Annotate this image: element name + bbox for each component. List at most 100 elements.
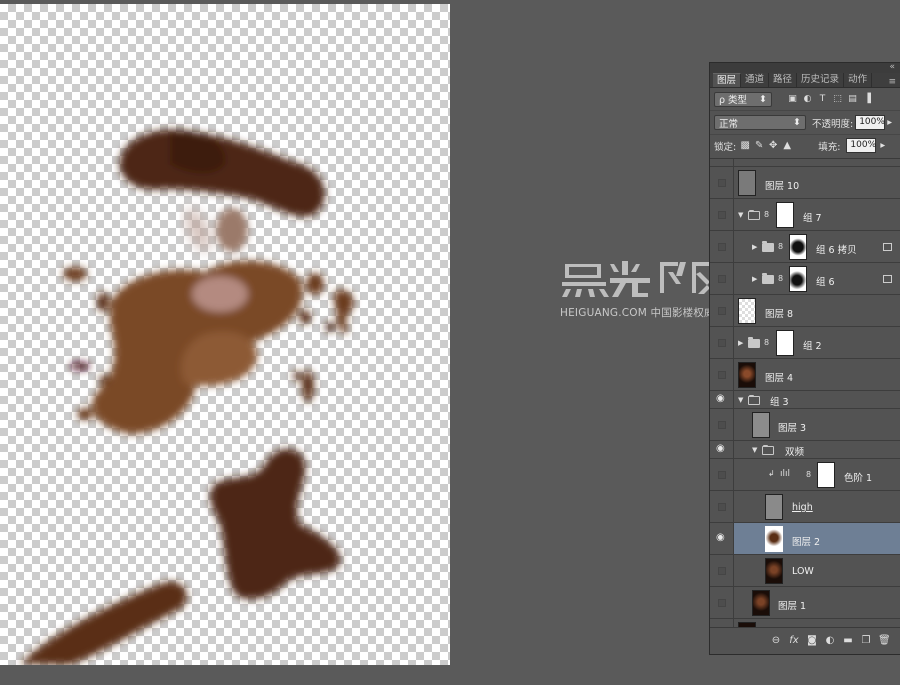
folder-open-icon	[762, 445, 774, 455]
expand-arrow-icon[interactable]: ▼	[738, 396, 743, 404]
layer-row[interactable]: high	[710, 491, 900, 523]
visibility-toggle[interactable]	[710, 167, 734, 198]
layer-name[interactable]: LOW	[792, 566, 814, 577]
layer-row[interactable]: 图层 8	[710, 295, 900, 327]
tab-actions[interactable]: 动作	[844, 73, 873, 87]
adjustment-filter-icon[interactable]: ◐	[803, 94, 812, 104]
visibility-toggle[interactable]	[710, 263, 734, 294]
layer-group-row[interactable]: ▶ 8 组 6	[710, 263, 900, 295]
visibility-toggle[interactable]	[710, 231, 734, 262]
fill-input[interactable]: 100%	[846, 138, 877, 153]
adjustment-layer-row[interactable]: ↲ ılıl 8 色阶 1	[710, 459, 900, 491]
tab-history[interactable]: 历史记录	[797, 73, 845, 87]
eye-icon[interactable]: ◉	[716, 532, 725, 543]
visibility-toggle[interactable]	[710, 327, 734, 358]
new-layer-icon[interactable]: ❐	[860, 635, 872, 647]
shape-filter-icon[interactable]: ⬚	[833, 94, 842, 104]
tab-paths[interactable]: 路径	[769, 73, 798, 87]
expand-arrow-icon[interactable]: ▼	[752, 446, 757, 454]
eye-icon[interactable]: ◉	[716, 443, 725, 454]
panel-menu-icon[interactable]: ≡	[888, 77, 896, 87]
trash-icon[interactable]: 🗑	[878, 635, 891, 647]
visibility-toggle[interactable]: ◉	[710, 523, 734, 554]
mask-icon[interactable]: ◙	[806, 635, 818, 647]
collapse-arrow-icon[interactable]: ▶	[738, 339, 743, 347]
lock-move-icon[interactable]: ✥	[768, 140, 778, 151]
eye-icon[interactable]: ◉	[716, 393, 725, 404]
layer-group-row[interactable]: ▼ 8 组 7	[710, 199, 900, 231]
opacity-arrow-icon[interactable]: ▸	[887, 117, 892, 128]
layer-group-row[interactable]: ▶ 8 组 6 拷贝	[710, 231, 900, 263]
layer-row[interactable]: 图层 1	[710, 587, 900, 619]
opacity-input[interactable]: 100%	[855, 115, 886, 130]
layer-mask-thumbnail[interactable]	[776, 202, 794, 228]
visibility-toggle[interactable]	[710, 295, 734, 326]
type-filter-icon[interactable]: T	[818, 94, 827, 104]
layer-row[interactable]: 图层 4	[710, 359, 900, 391]
collapse-arrow-icon[interactable]: ▶	[752, 275, 757, 283]
blend-mode-dropdown[interactable]: 正常 ⬍	[714, 115, 806, 130]
lock-paint-icon[interactable]: ✎	[754, 140, 764, 151]
layer-group-row[interactable]: ▶ 8 组 2	[710, 327, 900, 359]
layer-name[interactable]: 组 3	[770, 394, 789, 408]
lock-all-icon[interactable]: ▲	[782, 140, 792, 151]
visibility-toggle[interactable]	[710, 409, 734, 440]
layer-name[interactable]: 图层 3	[778, 420, 806, 434]
layer-row-selected[interactable]: ◉ 图层 2	[710, 523, 900, 555]
layer-name[interactable]: 组 2	[803, 338, 822, 352]
layer-name[interactable]: 图层 8	[765, 306, 793, 320]
layer-name[interactable]: 双频	[785, 444, 804, 458]
filter-toggle-icon[interactable]: ▐	[863, 94, 872, 104]
layer-group-row[interactable]: ◉ ▼ 双频	[710, 441, 900, 459]
layer-name[interactable]: 色阶 1	[844, 470, 872, 484]
layer-name[interactable]: 组 7	[803, 210, 822, 224]
layer-name[interactable]: 图层 10	[765, 178, 799, 192]
link-icon: 8	[806, 470, 812, 479]
layer-mask-thumbnail[interactable]	[789, 266, 807, 292]
visibility-toggle[interactable]	[710, 459, 734, 490]
visibility-toggle[interactable]	[710, 587, 734, 618]
visibility-toggle[interactable]	[710, 359, 734, 390]
tab-layers[interactable]: 图层	[713, 73, 742, 87]
layer-name[interactable]: high	[792, 502, 813, 513]
fx-icon[interactable]: fx	[788, 635, 800, 647]
layer-thumbnail	[738, 362, 756, 388]
link-icon[interactable]: ⊖	[770, 635, 782, 647]
fill-arrow-icon[interactable]: ▸	[880, 140, 885, 151]
layers-list[interactable]: 图层 10 ▼ 8 组 7 ▶ 8 组 6 拷贝 ▶ 8 组 6 图层 8 ▶ …	[710, 158, 900, 629]
layer-group-row[interactable]: ◉ ▼ 组 3	[710, 391, 900, 409]
layer-name[interactable]: 图层 1	[778, 598, 806, 612]
layer-row[interactable]: 图层 3	[710, 409, 900, 441]
visibility-toggle[interactable]	[710, 555, 734, 586]
layer-mask-thumbnail[interactable]	[817, 462, 835, 488]
layer-mask-thumbnail[interactable]	[789, 234, 807, 260]
filter-type-dropdown[interactable]: ρ 类型 ⬍	[714, 91, 772, 107]
visibility-toggle[interactable]	[710, 491, 734, 522]
tab-channels[interactable]: 通道	[741, 73, 770, 87]
layer-name[interactable]: 组 6 拷贝	[816, 242, 857, 256]
blend-row: 正常 ⬍ 不透明度: 100% ▸	[710, 110, 900, 134]
visibility-toggle[interactable]: ◉	[710, 441, 734, 458]
document-canvas[interactable]	[0, 4, 450, 665]
layer-name[interactable]: 图层 4	[765, 370, 793, 384]
layer-name[interactable]: 组 6	[816, 274, 835, 288]
smart-object-filter-icon[interactable]: ▤	[848, 94, 857, 104]
layer-mask-thumbnail[interactable]	[776, 330, 794, 356]
blend-mode-value: 正常	[719, 118, 739, 130]
expand-arrow-icon[interactable]: ▼	[738, 211, 743, 219]
visibility-toggle[interactable]: ◉	[710, 391, 734, 408]
layer-row[interactable]: 图层 10	[710, 167, 900, 199]
double-chevron-icon[interactable]: «	[889, 62, 895, 72]
layer-name[interactable]: 图层 2	[792, 534, 820, 548]
folder-icon[interactable]: ▬	[842, 635, 854, 647]
collapse-arrow-icon[interactable]: ▶	[752, 243, 757, 251]
panel-tabs: 图层 通道 路径 历史记录 动作 ≡	[710, 73, 900, 88]
clip-icon	[883, 275, 892, 283]
visibility-toggle[interactable]	[710, 159, 734, 166]
layer-row-partial[interactable]	[710, 159, 900, 167]
adjustment-icon[interactable]: ◐	[824, 635, 836, 647]
layer-row[interactable]: LOW	[710, 555, 900, 587]
visibility-toggle[interactable]	[710, 199, 734, 230]
lock-transparent-icon[interactable]: ▩	[740, 140, 750, 151]
pixel-filter-icon[interactable]: ▣	[788, 94, 797, 104]
